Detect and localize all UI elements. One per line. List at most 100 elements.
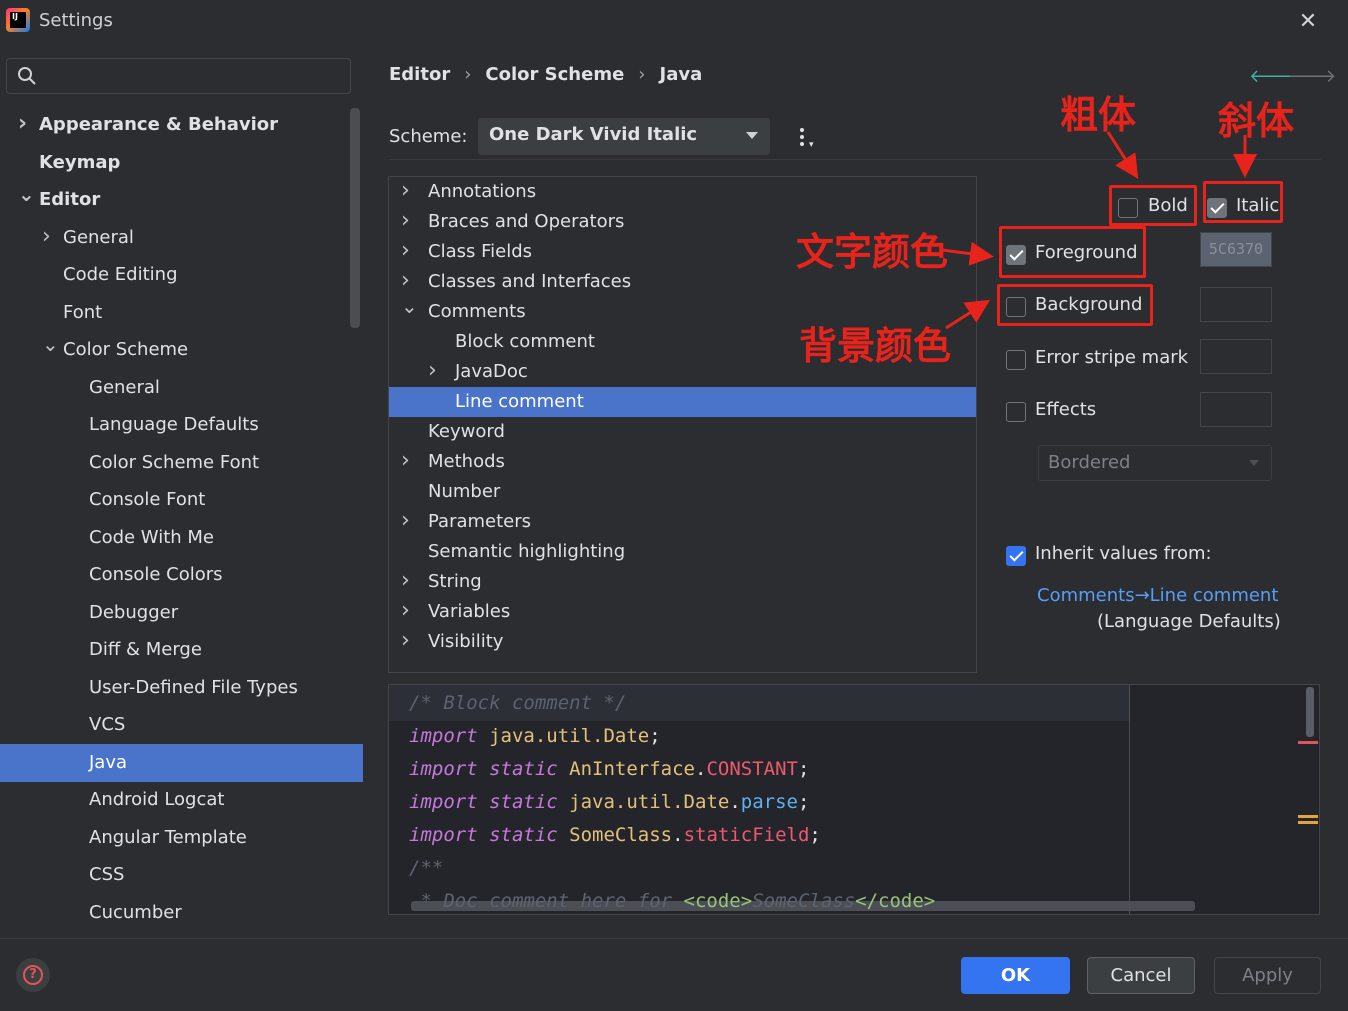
error-stripe-checkbox-box[interactable] bbox=[1006, 350, 1026, 370]
scheme-dropdown[interactable]: One Dark Vivid Italic bbox=[478, 118, 770, 155]
code-token: ; bbox=[649, 725, 661, 747]
tree-row-label: Methods bbox=[428, 451, 505, 472]
chevron-right-icon[interactable]: › bbox=[42, 218, 58, 256]
cancel-button[interactable]: Cancel bbox=[1087, 957, 1195, 994]
tree-row[interactable]: Keyword bbox=[389, 417, 976, 447]
title-bar: IJ Settings ✕ bbox=[0, 0, 1348, 44]
sidebar-item[interactable]: › General bbox=[0, 219, 363, 257]
sidebar-item[interactable]: ⌄ Color Scheme bbox=[0, 331, 363, 369]
tree-row[interactable]: › String bbox=[389, 567, 976, 597]
chevron-right-icon[interactable]: › bbox=[401, 206, 410, 236]
code-line: import static AnInterface.CONSTANT; bbox=[409, 753, 809, 786]
tree-row[interactable]: › Annotations bbox=[389, 177, 976, 207]
tree-row[interactable]: › Parameters bbox=[389, 507, 976, 537]
chevron-right-icon[interactable]: › bbox=[401, 596, 410, 626]
effects-checkbox-box[interactable] bbox=[1006, 402, 1026, 422]
error-stripe-color-swatch[interactable] bbox=[1200, 339, 1272, 374]
background-highlight-box bbox=[997, 284, 1153, 326]
sidebar-item[interactable]: Color Scheme Font bbox=[0, 444, 363, 482]
settings-sidebar: › Appearance & Behavior Keymap ⌄ Editor › Gene… bbox=[0, 106, 363, 936]
sidebar-item[interactable]: Debugger bbox=[0, 594, 363, 632]
sidebar-item[interactable]: › Appearance & Behavior bbox=[0, 106, 363, 144]
chevron-right-icon[interactable]: › bbox=[428, 356, 437, 386]
sidebar-item-label: VCS bbox=[89, 714, 126, 735]
help-button[interactable]: ? bbox=[16, 958, 50, 992]
breadcrumb-editor[interactable]: Editor bbox=[389, 64, 450, 85]
sidebar-item[interactable]: Cucumber bbox=[0, 894, 363, 932]
ok-button[interactable]: OK bbox=[961, 957, 1070, 994]
chevron-right-icon[interactable]: › bbox=[401, 236, 410, 266]
sidebar-item[interactable]: User-Defined File Types bbox=[0, 669, 363, 707]
code-token: staticField bbox=[683, 824, 810, 846]
tree-row-label: Line comment bbox=[455, 391, 584, 412]
chevron-right-icon[interactable]: › bbox=[18, 105, 34, 143]
chevron-down-icon[interactable]: ⌄ bbox=[18, 175, 35, 213]
sidebar-item[interactable]: Console Font bbox=[0, 481, 363, 519]
chevron-right-icon[interactable]: › bbox=[401, 176, 410, 206]
tree-row-label: Keyword bbox=[428, 421, 505, 442]
sidebar-item-label: Angular Template bbox=[89, 826, 247, 848]
tree-row[interactable]: › Visibility bbox=[389, 627, 976, 657]
window-title: Settings bbox=[39, 10, 113, 31]
sidebar-item[interactable]: Language Defaults bbox=[0, 406, 363, 444]
more-options-icon[interactable]: ▾ bbox=[797, 126, 817, 152]
sidebar-item[interactable]: Keymap bbox=[0, 144, 363, 182]
apply-button[interactable]: Apply bbox=[1214, 957, 1321, 994]
tree-row-label: Semantic highlighting bbox=[428, 541, 626, 562]
tree-row-label: Comments bbox=[428, 301, 526, 322]
arrow-right-icon[interactable]: 🡒 bbox=[1288, 66, 1336, 87]
sidebar-item-label: Keymap bbox=[39, 151, 121, 173]
settings-search-input[interactable] bbox=[6, 58, 351, 94]
sidebar-item[interactable]: Console Colors bbox=[0, 556, 363, 594]
code-token: ; bbox=[797, 758, 810, 780]
tree-row[interactable]: Semantic highlighting bbox=[389, 537, 976, 567]
tree-row[interactable]: › Methods bbox=[389, 447, 976, 477]
preview-vertical-scrollbar[interactable] bbox=[1306, 687, 1314, 737]
error-stripe-label: Error stripe mark bbox=[1035, 347, 1189, 368]
sidebar-item[interactable]: Android Logcat bbox=[0, 781, 363, 819]
inherit-source: (Language Defaults) bbox=[1097, 611, 1281, 632]
chevron-down-icon[interactable]: ⌄ bbox=[401, 291, 418, 321]
tree-row[interactable]: Line comment bbox=[389, 387, 976, 417]
chevron-right-icon[interactable]: › bbox=[401, 446, 410, 476]
sidebar-item[interactable]: ⌄ Editor bbox=[0, 181, 363, 219]
sidebar-item[interactable]: Code Editing bbox=[0, 256, 363, 294]
chevron-right-icon[interactable]: › bbox=[401, 566, 410, 596]
effects-type-dropdown[interactable]: Bordered bbox=[1038, 445, 1272, 481]
sidebar-item[interactable]: Angular Template bbox=[0, 819, 363, 857]
chevron-right-icon[interactable]: › bbox=[401, 626, 410, 656]
sidebar-item[interactable]: General bbox=[0, 369, 363, 407]
sidebar-item[interactable]: VCS bbox=[0, 706, 363, 744]
tree-row-label: Parameters bbox=[428, 511, 532, 532]
sidebar-item[interactable]: Java bbox=[0, 743, 363, 782]
sidebar-scrollbar[interactable] bbox=[350, 108, 360, 328]
code-token: SomeClass bbox=[752, 890, 856, 912]
sidebar-item-label: Debugger bbox=[89, 601, 179, 623]
background-color-swatch[interactable] bbox=[1200, 287, 1272, 322]
chevron-right-icon[interactable]: › bbox=[401, 506, 410, 536]
sidebar-item[interactable]: CSS bbox=[0, 856, 363, 894]
sidebar-item[interactable]: Code With Me bbox=[0, 519, 363, 557]
right-margin-guide bbox=[1129, 685, 1130, 914]
chevron-down-icon[interactable]: ⌄ bbox=[42, 325, 59, 363]
sidebar-item[interactable]: Diff & Merge bbox=[0, 631, 363, 669]
code-token: import static bbox=[409, 758, 558, 780]
tree-row-label: Number bbox=[428, 481, 501, 502]
intellij-logo-icon: IJ bbox=[6, 8, 30, 32]
warning-stripe-marker bbox=[1298, 815, 1318, 818]
foreground-color-swatch[interactable]: 5C6370 bbox=[1200, 232, 1272, 267]
close-icon[interactable]: ✕ bbox=[1294, 8, 1322, 36]
breadcrumb-color-scheme[interactable]: Color Scheme bbox=[485, 64, 624, 85]
code-token: /* Block comment */ bbox=[409, 692, 627, 714]
inherit-checkbox-box[interactable] bbox=[1006, 546, 1026, 566]
tree-row[interactable]: Number bbox=[389, 477, 976, 507]
divider bbox=[389, 159, 1321, 160]
code-preview[interactable]: /* Block comment */ import java.util.Date… bbox=[388, 684, 1320, 915]
code-token: parse bbox=[740, 791, 798, 813]
code-token: java.util.Date bbox=[557, 791, 730, 813]
effects-color-swatch[interactable] bbox=[1200, 392, 1272, 427]
tree-row[interactable]: › Variables bbox=[389, 597, 976, 627]
inherit-link[interactable]: Comments→Line comment bbox=[1037, 585, 1278, 606]
tree-row-label: Annotations bbox=[428, 181, 537, 202]
annotation-foreground: 文字颜色 bbox=[796, 230, 949, 274]
